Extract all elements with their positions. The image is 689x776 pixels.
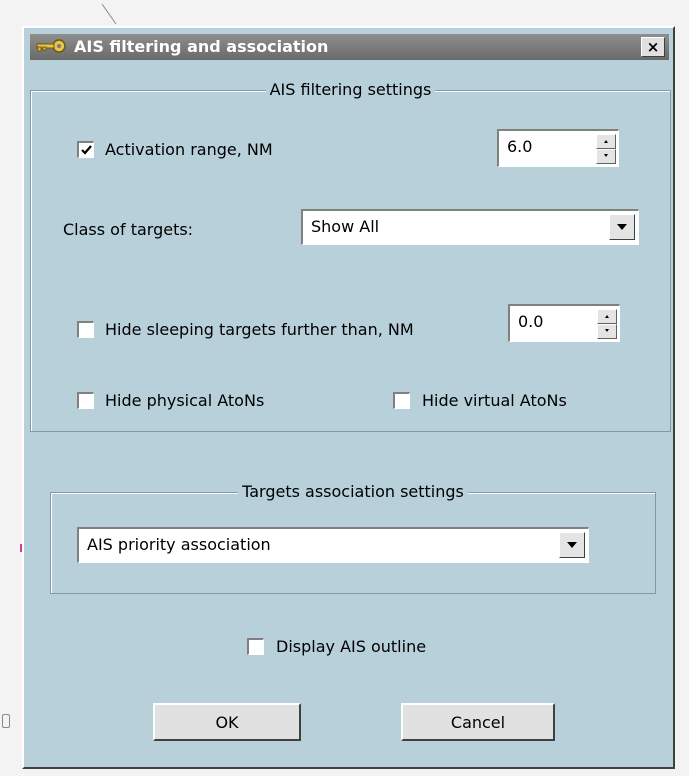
close-button[interactable]: × <box>641 37 665 57</box>
hide-physical-atons-label: Hide physical AtoNs <box>105 391 265 410</box>
activation-range-spinner[interactable]: 6.0 <box>497 129 619 167</box>
ok-button[interactable]: OK <box>153 703 301 741</box>
hide-sleeping-spinner[interactable]: 0.0 <box>508 304 620 342</box>
spin-up-button[interactable] <box>596 134 616 149</box>
activation-range-value: 6.0 <box>507 137 533 156</box>
ais-filtering-group: AIS filtering settings Activation range,… <box>30 80 671 432</box>
window-title: AIS filtering and association <box>74 37 329 56</box>
hide-virtual-atons-label: Hide virtual AtoNs <box>422 391 567 410</box>
spin-down-button[interactable] <box>596 149 616 164</box>
key-icon <box>36 39 66 53</box>
title-bar[interactable]: AIS filtering and association × <box>30 34 669 60</box>
class-of-targets-value: Show All <box>311 217 380 236</box>
cancel-button[interactable]: Cancel <box>401 703 555 741</box>
dropdown-button[interactable] <box>609 214 635 240</box>
association-value: AIS priority association <box>87 535 271 554</box>
dialog-window: AIS filtering and association × AIS filt… <box>22 26 675 769</box>
class-of-targets-select[interactable]: Show All <box>301 209 639 245</box>
chevron-down-icon <box>567 542 577 548</box>
hide-physical-atons-checkbox[interactable] <box>77 392 94 409</box>
dropdown-button[interactable] <box>559 532 585 558</box>
chevron-down-icon <box>617 224 627 230</box>
hide-virtual-atons-checkbox[interactable] <box>393 392 410 409</box>
class-of-targets-label: Class of targets: <box>63 220 194 239</box>
activation-range-checkbox[interactable] <box>77 141 94 158</box>
arrow-down-icon <box>604 154 608 157</box>
arrow-up-icon <box>605 315 609 318</box>
activation-range-label: Activation range, NM <box>105 140 273 159</box>
arrow-down-icon <box>605 329 609 332</box>
display-ais-outline-checkbox[interactable] <box>247 638 264 655</box>
group-legend-filtering: AIS filtering settings <box>265 80 436 99</box>
hide-sleeping-checkbox[interactable] <box>77 321 94 338</box>
display-ais-outline-label: Display AIS outline <box>276 637 427 656</box>
spin-up-button[interactable] <box>597 309 617 324</box>
background-mark <box>2 714 10 728</box>
hide-sleeping-label: Hide sleeping targets further than, NM <box>105 320 414 339</box>
association-select[interactable]: AIS priority association <box>77 527 589 563</box>
group-legend-association: Targets association settings <box>238 482 468 501</box>
background-line <box>101 3 117 25</box>
spin-down-button[interactable] <box>597 324 617 339</box>
targets-association-group: Targets association settings AIS priorit… <box>50 482 656 594</box>
hide-sleeping-value: 0.0 <box>518 312 544 331</box>
checkmark-icon <box>81 145 92 155</box>
arrow-up-icon <box>604 140 608 143</box>
